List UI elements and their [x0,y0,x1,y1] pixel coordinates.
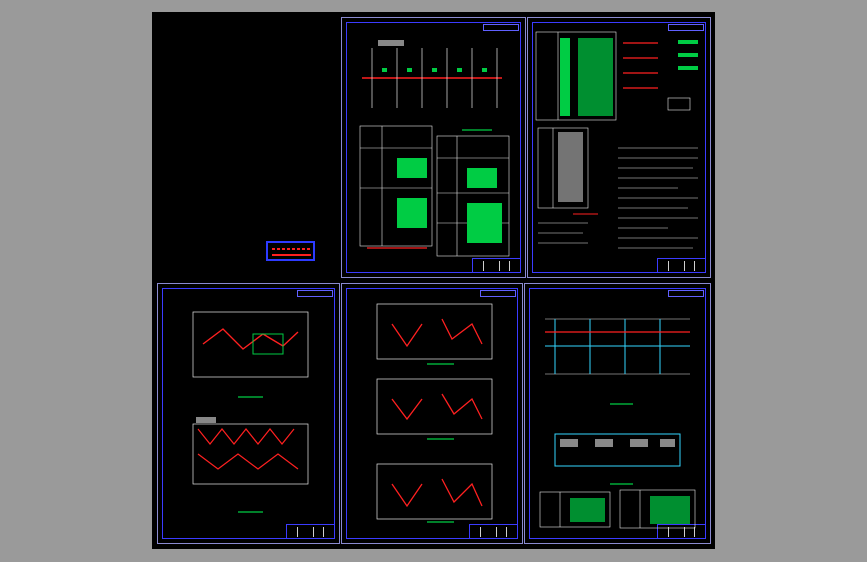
legend-icon[interactable] [266,241,315,261]
drawing-viewport[interactable] [152,12,715,549]
sheet-1-drawing [359,40,510,257]
sheet-5-drawing [539,318,696,529]
sheet-floor-plan-b[interactable] [341,283,523,544]
sheet-floor-plan-a[interactable] [157,283,340,544]
sheet-4-drawing [376,303,493,523]
sheet-section-detail[interactable] [524,283,711,544]
sheet-piping-layout-notes[interactable] [341,17,526,278]
sheet-2-drawing [535,31,698,249]
sheet-3-drawing [192,311,309,513]
sheet-system-diagram-specs[interactable] [527,17,711,278]
